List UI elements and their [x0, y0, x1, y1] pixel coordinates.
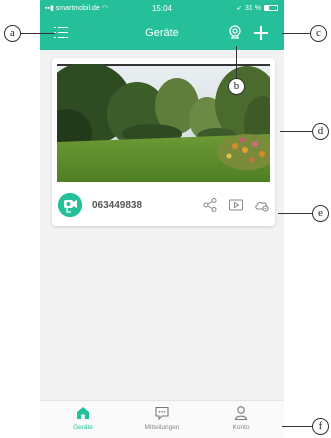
tab-bar: Geräte Mitteilungen Konto: [40, 400, 284, 438]
phone-screen: ▪▪▮ smartmobil.de ◠ 15:04 ➶ 31 % Geräte: [40, 0, 284, 438]
playback-icon[interactable]: [228, 197, 244, 213]
callout-d-leader: [280, 131, 312, 132]
page-title: Geräte: [145, 27, 179, 39]
message-icon: [154, 405, 170, 421]
tab-mitteilungen[interactable]: Mitteilungen: [127, 405, 197, 431]
battery-icon: [264, 5, 278, 11]
screenshot-canvas: ▪▪▮ smartmobil.de ◠ 15:04 ➶ 31 % Geräte: [0, 0, 331, 438]
callout-a-leader: [21, 33, 55, 34]
device-name: 063449838: [92, 200, 143, 211]
callout-e-leader: [278, 213, 312, 214]
tab-geraete[interactable]: Geräte: [48, 405, 118, 431]
status-bar: ▪▪▮ smartmobil.de ◠ 15:04 ➶ 31 %: [40, 0, 284, 18]
tab-label: Geräte: [73, 424, 93, 431]
tab-konto[interactable]: Konto: [206, 405, 276, 431]
camera-scan-icon[interactable]: [228, 25, 242, 41]
share-icon[interactable]: [202, 197, 218, 213]
nav-bar: Geräte: [40, 18, 284, 50]
location-icon: ➶: [236, 5, 243, 12]
callout-d: d: [312, 123, 329, 140]
battery-percent: 31 %: [245, 4, 261, 12]
cloud-settings-icon[interactable]: [254, 197, 270, 213]
callout-b: b: [228, 78, 245, 95]
user-icon: [233, 405, 249, 421]
device-avatar: [58, 193, 82, 217]
tab-label: Mitteilungen: [144, 424, 180, 431]
tab-label: Konto: [232, 424, 250, 431]
callout-c-leader: [282, 33, 310, 34]
callout-e: e: [312, 205, 329, 222]
callout-f: f: [312, 418, 329, 435]
add-device-icon[interactable]: [253, 25, 269, 41]
home-icon: [75, 405, 91, 421]
status-right: ➶ 31 %: [236, 4, 278, 12]
callout-c: c: [310, 25, 327, 42]
device-footer: 063449838: [52, 186, 275, 226]
callout-b-leader: [236, 46, 237, 78]
callout-a: a: [4, 25, 21, 42]
callout-f-leader: [282, 426, 312, 427]
